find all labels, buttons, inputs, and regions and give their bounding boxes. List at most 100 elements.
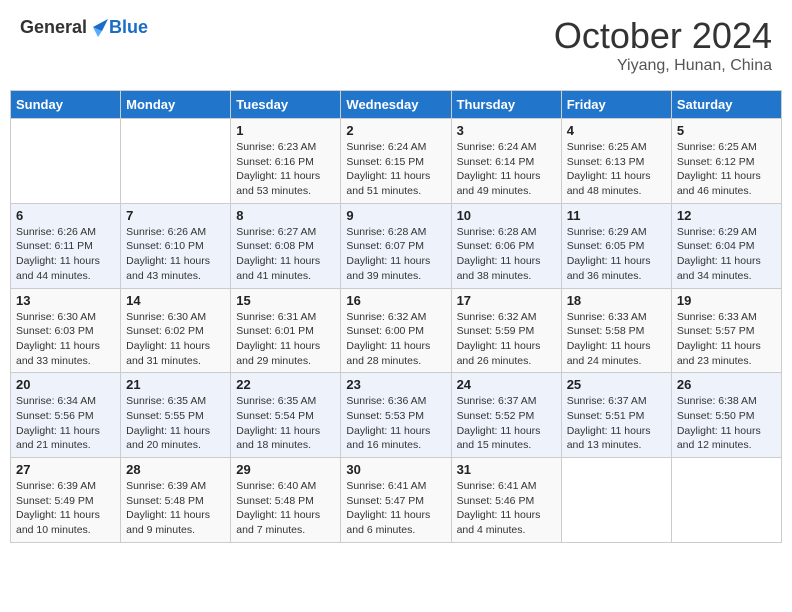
sun-info: Sunrise: 6:25 AMSunset: 6:12 PMDaylight:… [677,140,776,199]
calendar-cell: 25 Sunrise: 6:37 AMSunset: 5:51 PMDayligh… [561,373,671,458]
sun-info: Sunrise: 6:31 AMSunset: 6:01 PMDaylight:… [236,310,335,369]
calendar-cell: 8 Sunrise: 6:27 AMSunset: 6:08 PMDaylight… [231,203,341,288]
calendar-table: SundayMondayTuesdayWednesdayThursdayFrid… [10,90,782,543]
day-number: 18 [567,293,666,308]
sun-info: Sunrise: 6:41 AMSunset: 5:46 PMDaylight:… [457,479,556,538]
day-number: 27 [16,462,115,477]
day-number: 3 [457,123,556,138]
logo-bird-icon [88,15,108,39]
day-number: 2 [346,123,445,138]
sun-info: Sunrise: 6:35 AMSunset: 5:54 PMDaylight:… [236,394,335,453]
header-saturday: Saturday [671,91,781,119]
day-number: 24 [457,377,556,392]
calendar-cell [11,119,121,204]
calendar-cell: 19 Sunrise: 6:33 AMSunset: 5:57 PMDayligh… [671,288,781,373]
calendar-cell: 3Sunrise: 6:24 AMSunset: 6:14 PMDaylight… [451,119,561,204]
day-number: 28 [126,462,225,477]
calendar-cell: 18 Sunrise: 6:33 AMSunset: 5:58 PMDayligh… [561,288,671,373]
calendar-cell: 30Sunrise: 6:41 AMSunset: 5:47 PMDayligh… [341,458,451,543]
week-row-4: 20Sunrise: 6:34 AMSunset: 5:56 PMDayligh… [11,373,782,458]
sun-info: Sunrise: 6:32 AMSunset: 6:00 PMDaylight:… [346,310,445,369]
sun-info: Sunrise: 6:33 AMSunset: 5:58 PMDaylight:… [567,310,666,369]
header-tuesday: Tuesday [231,91,341,119]
day-number: 15 [236,293,335,308]
week-row-1: 1 Sunrise: 6:23 AMSunset: 6:16 PMDaylight… [11,119,782,204]
header-wednesday: Wednesday [341,91,451,119]
sun-info: Sunrise: 6:39 AMSunset: 5:49 PMDaylight:… [16,479,115,538]
day-number: 21 [126,377,225,392]
sun-info: Sunrise: 6:29 AMSunset: 6:04 PMDaylight:… [677,225,776,284]
calendar-cell: 17 Sunrise: 6:32 AMSunset: 5:59 PMDayligh… [451,288,561,373]
calendar-subtitle: Yiyang, Hunan, China [554,57,772,75]
sun-info: Sunrise: 6:23 AMSunset: 6:16 PMDaylight:… [236,140,335,199]
sun-info: Sunrise: 6:34 AMSunset: 5:56 PMDaylight:… [16,394,115,453]
calendar-title: October 2024 [554,15,772,57]
logo: General Blue [20,15,148,39]
calendar-cell [561,458,671,543]
calendar-cell: 4 Sunrise: 6:25 AMSunset: 6:13 PMDaylight… [561,119,671,204]
sun-info: Sunrise: 6:27 AMSunset: 6:08 PMDaylight:… [236,225,335,284]
day-number: 4 [567,123,666,138]
sun-info: Sunrise: 6:28 AMSunset: 6:07 PMDaylight:… [346,225,445,284]
day-number: 31 [457,462,556,477]
calendar-cell: 6Sunrise: 6:26 AMSunset: 6:11 PMDaylight… [11,203,121,288]
sun-info: Sunrise: 6:37 AMSunset: 5:51 PMDaylight:… [567,394,666,453]
calendar-cell: 27 Sunrise: 6:39 AMSunset: 5:49 PMDayligh… [11,458,121,543]
calendar-cell: 21 Sunrise: 6:35 AMSunset: 5:55 PMDayligh… [121,373,231,458]
header-friday: Friday [561,91,671,119]
sun-info: Sunrise: 6:33 AMSunset: 5:57 PMDaylight:… [677,310,776,369]
day-number: 19 [677,293,776,308]
sun-info: Sunrise: 6:35 AMSunset: 5:55 PMDaylight:… [126,394,225,453]
week-row-5: 27 Sunrise: 6:39 AMSunset: 5:49 PMDayligh… [11,458,782,543]
calendar-cell: 2 Sunrise: 6:24 AMSunset: 6:15 PMDaylight… [341,119,451,204]
sun-info: Sunrise: 6:38 AMSunset: 5:50 PMDaylight:… [677,394,776,453]
sun-info: Sunrise: 6:26 AMSunset: 6:10 PMDaylight:… [126,225,225,284]
sun-info: Sunrise: 6:39 AMSunset: 5:48 PMDaylight:… [126,479,225,538]
page-header: General Blue October 2024 Yiyang, Hunan,… [10,10,782,80]
calendar-cell: 16 Sunrise: 6:32 AMSunset: 6:00 PMDayligh… [341,288,451,373]
calendar-cell: 29Sunrise: 6:40 AMSunset: 5:48 PMDayligh… [231,458,341,543]
day-number: 30 [346,462,445,477]
sun-info: Sunrise: 6:25 AMSunset: 6:13 PMDaylight:… [567,140,666,199]
calendar-cell: 24Sunrise: 6:37 AMSunset: 5:52 PMDayligh… [451,373,561,458]
title-block: October 2024 Yiyang, Hunan, China [554,15,772,75]
sun-info: Sunrise: 6:26 AMSunset: 6:11 PMDaylight:… [16,225,115,284]
day-number: 7 [126,208,225,223]
sun-info: Sunrise: 6:32 AMSunset: 5:59 PMDaylight:… [457,310,556,369]
header-monday: Monday [121,91,231,119]
calendar-cell: 9 Sunrise: 6:28 AMSunset: 6:07 PMDaylight… [341,203,451,288]
day-number: 9 [346,208,445,223]
calendar-cell: 22 Sunrise: 6:35 AMSunset: 5:54 PMDayligh… [231,373,341,458]
calendar-cell: 26 Sunrise: 6:38 AMSunset: 5:50 PMDayligh… [671,373,781,458]
calendar-cell: 15 Sunrise: 6:31 AMSunset: 6:01 PMDayligh… [231,288,341,373]
logo-text-general: General [20,17,87,38]
logo-text-blue: Blue [109,17,148,38]
day-number: 25 [567,377,666,392]
day-number: 17 [457,293,556,308]
day-number: 8 [236,208,335,223]
calendar-cell: 14Sunrise: 6:30 AMSunset: 6:02 PMDayligh… [121,288,231,373]
day-number: 1 [236,123,335,138]
header-thursday: Thursday [451,91,561,119]
day-number: 22 [236,377,335,392]
sun-info: Sunrise: 6:28 AMSunset: 6:06 PMDaylight:… [457,225,556,284]
calendar-cell: 7 Sunrise: 6:26 AMSunset: 6:10 PMDaylight… [121,203,231,288]
day-number: 5 [677,123,776,138]
day-number: 26 [677,377,776,392]
calendar-cell [121,119,231,204]
calendar-cell: 20Sunrise: 6:34 AMSunset: 5:56 PMDayligh… [11,373,121,458]
sun-info: Sunrise: 6:24 AMSunset: 6:15 PMDaylight:… [346,140,445,199]
sun-info: Sunrise: 6:36 AMSunset: 5:53 PMDaylight:… [346,394,445,453]
calendar-cell: 12 Sunrise: 6:29 AMSunset: 6:04 PMDayligh… [671,203,781,288]
day-number: 16 [346,293,445,308]
calendar-cell: 23Sunrise: 6:36 AMSunset: 5:53 PMDayligh… [341,373,451,458]
calendar-cell [671,458,781,543]
sun-info: Sunrise: 6:30 AMSunset: 6:03 PMDaylight:… [16,310,115,369]
calendar-cell: 28 Sunrise: 6:39 AMSunset: 5:48 PMDayligh… [121,458,231,543]
calendar-cell: 10Sunrise: 6:28 AMSunset: 6:06 PMDayligh… [451,203,561,288]
day-number: 14 [126,293,225,308]
calendar-header-row: SundayMondayTuesdayWednesdayThursdayFrid… [11,91,782,119]
day-number: 12 [677,208,776,223]
day-number: 11 [567,208,666,223]
calendar-cell: 5 Sunrise: 6:25 AMSunset: 6:12 PMDaylight… [671,119,781,204]
